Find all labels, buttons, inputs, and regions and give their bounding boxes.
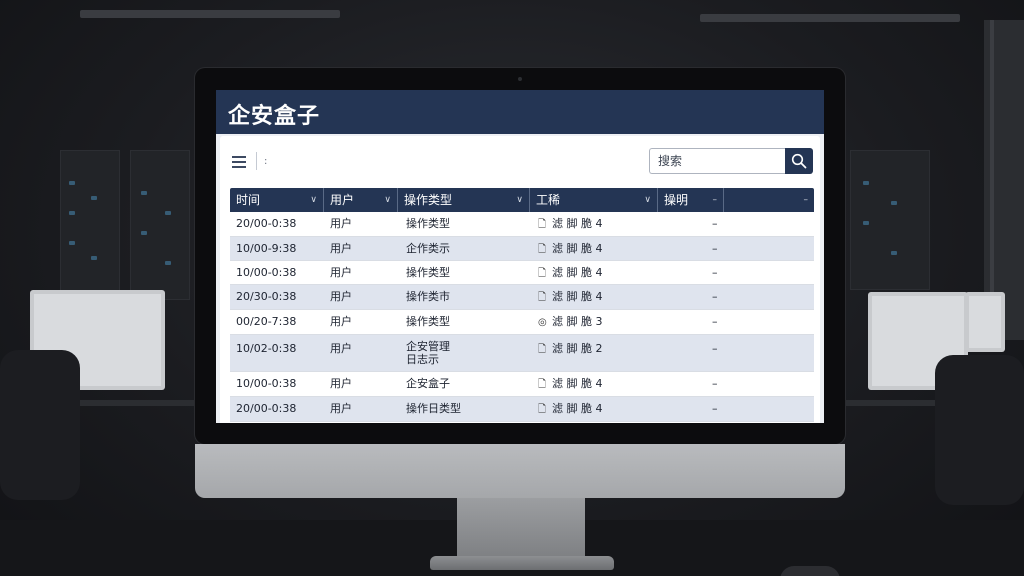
server-rack (60, 150, 120, 300)
mouse (780, 566, 840, 576)
monitor-chin (195, 444, 845, 498)
table-row[interactable]: 10/00-0:38 用户 企安盒子 🗋 滤 脚 脆 4 – (230, 372, 814, 397)
document-icon: 🗋 (538, 292, 547, 303)
column-header-user[interactable]: 用户 ∨ (324, 188, 398, 212)
log-panel: : 时间∨ 用户∨ 操作类型∨ 工稀∨ 操明– – 20/00-0:38 用户 (220, 136, 820, 423)
toolbar-divider (256, 152, 257, 170)
table-row[interactable]: 10/00-9:38 用户 企作类示 🗋 滤 脚 脆 4 – (230, 237, 814, 261)
office-chair (0, 350, 80, 500)
app-header: 企安盒子 (216, 90, 824, 134)
search-button[interactable] (785, 148, 813, 174)
document-icon: 🗋 (538, 219, 547, 230)
search-icon (791, 153, 807, 169)
column-header-time[interactable]: 时间 ∨ (230, 188, 324, 212)
search-input[interactable] (649, 148, 785, 174)
table-row[interactable]: 10/00-0:38 用户 操作类型 🗋 滤 脚 脆 4 – (230, 261, 814, 285)
menu-icon[interactable] (232, 156, 246, 168)
table-row[interactable]: 10/02-0:38 用户 企安管理 日志示 🗋 滤 脚 脆 2 – (230, 335, 814, 372)
ceiling-light (700, 14, 960, 22)
column-header-extra[interactable]: – (724, 188, 814, 212)
toolbar-separator: : (264, 156, 268, 167)
column-header-operation-type[interactable]: 操作类型 ∨ (398, 188, 530, 212)
monitor-stand-foot (430, 556, 614, 570)
server-rack (130, 150, 190, 300)
table-row[interactable]: 20/30-0:38 用户 操作类市 🗋 滤 脚 脆 4 – (230, 285, 814, 310)
document-icon: 🗋 (538, 344, 547, 355)
chevron-down-icon: ∨ (644, 195, 651, 205)
chevron-down-icon: ∨ (516, 195, 523, 205)
table-row[interactable]: 00/20-7:38 用户 操作类型 ◎ 滤 脚 脆 3 – (230, 310, 814, 335)
ceiling-light (80, 10, 340, 18)
document-icon: 🗋 (538, 244, 547, 255)
server-rack (850, 150, 930, 290)
app-window: 企安盒子 : 时间∨ 用户∨ 操作类型∨ 工稀∨ 操明– – 20/00 (216, 90, 824, 423)
target-icon: ◎ (538, 317, 547, 328)
camera-icon (518, 77, 522, 81)
collapse-icon: – (803, 195, 809, 205)
log-table: 时间 ∨ 用户 ∨ 操作类型 ∨ 工稀 ∨ 操明 – – 20/00-0:38 用户 操作… (230, 188, 814, 422)
table-row[interactable]: 20/00-0:38 用户 操作日类型 🗋 滤 脚 脆 4 – (230, 397, 814, 422)
chevron-down-icon: ∨ (310, 195, 317, 205)
document-icon: 🗋 (538, 268, 547, 279)
table-row[interactable]: 20/00-0:38 用户 操作类型 🗋 滤 脚 脆 4 – (230, 212, 814, 237)
collapse-icon: – (712, 195, 718, 205)
office-chair (935, 355, 1024, 505)
column-header-description[interactable]: 操明 – (658, 188, 724, 212)
document-icon: 🗋 (538, 379, 547, 390)
chevron-down-icon: ∨ (384, 195, 391, 205)
column-header-object[interactable]: 工稀 ∨ (530, 188, 658, 212)
table-body: 20/00-0:38 用户 操作类型 🗋 滤 脚 脆 4 – 10/00-9:38… (230, 212, 814, 422)
table-header: 时间 ∨ 用户 ∨ 操作类型 ∨ 工稀 ∨ 操明 – – (230, 188, 814, 212)
app-title: 企安盒子 (228, 104, 321, 129)
monitor-stand (457, 498, 585, 560)
background-monitor (965, 292, 1005, 352)
document-icon: 🗋 (538, 404, 547, 415)
